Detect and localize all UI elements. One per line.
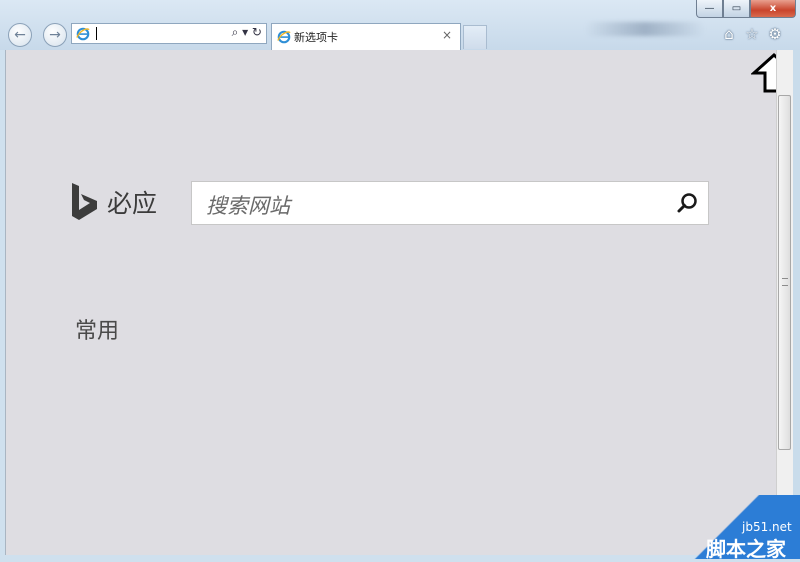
frequent-sites-heading: 常用 xyxy=(75,319,120,344)
search-icon[interactable] xyxy=(676,192,698,214)
search-input[interactable]: 搜索网站 xyxy=(206,190,290,220)
watermark-site: jb51.net xyxy=(742,520,792,534)
home-icon[interactable]: ⌂ xyxy=(720,25,738,43)
bing-logo-icon xyxy=(72,183,97,220)
bing-brand-text: 必应 xyxy=(107,189,158,218)
minimize-button[interactable]: — xyxy=(696,0,723,18)
back-arrow-icon: ← xyxy=(14,27,26,43)
address-bar[interactable]: ⌕ ▾ ↻ xyxy=(71,23,267,44)
text-caret xyxy=(96,27,97,40)
search-box[interactable]: 搜索网站 xyxy=(191,181,709,225)
tab-new-tab[interactable]: 新选项卡 × xyxy=(271,23,461,50)
window-right-border xyxy=(793,50,800,559)
close-button[interactable]: x xyxy=(750,0,796,18)
page-content xyxy=(5,50,776,555)
vertical-scrollbar[interactable] xyxy=(776,50,793,555)
browser-chrome: — ▭ x ← → ⌕ ▾ ↻ 新选项卡 × ⌂ ☆ ⚙ xyxy=(0,0,800,50)
address-tools[interactable]: ⌕ ▾ ↻ xyxy=(232,25,262,40)
ie-logo-icon xyxy=(277,30,291,44)
forward-arrow-icon: → xyxy=(49,27,61,43)
window-controls: — ▭ x xyxy=(696,0,796,18)
forward-button[interactable]: → xyxy=(43,23,67,47)
ie-logo-icon xyxy=(76,27,90,41)
tab-close-icon[interactable]: × xyxy=(442,28,452,42)
favorites-star-icon[interactable]: ☆ xyxy=(743,25,761,43)
watermark-name: 脚本之家 xyxy=(706,537,786,561)
new-tab-button[interactable] xyxy=(463,25,487,49)
settings-gear-icon[interactable]: ⚙ xyxy=(766,25,784,43)
scrollbar-thumb[interactable] xyxy=(778,95,791,450)
tab-label: 新选项卡 xyxy=(294,31,338,44)
scrollbar-grip-icon xyxy=(782,278,788,286)
back-button[interactable]: ← xyxy=(8,23,32,47)
window-title-blurred xyxy=(585,22,705,36)
maximize-button[interactable]: ▭ xyxy=(723,0,750,18)
